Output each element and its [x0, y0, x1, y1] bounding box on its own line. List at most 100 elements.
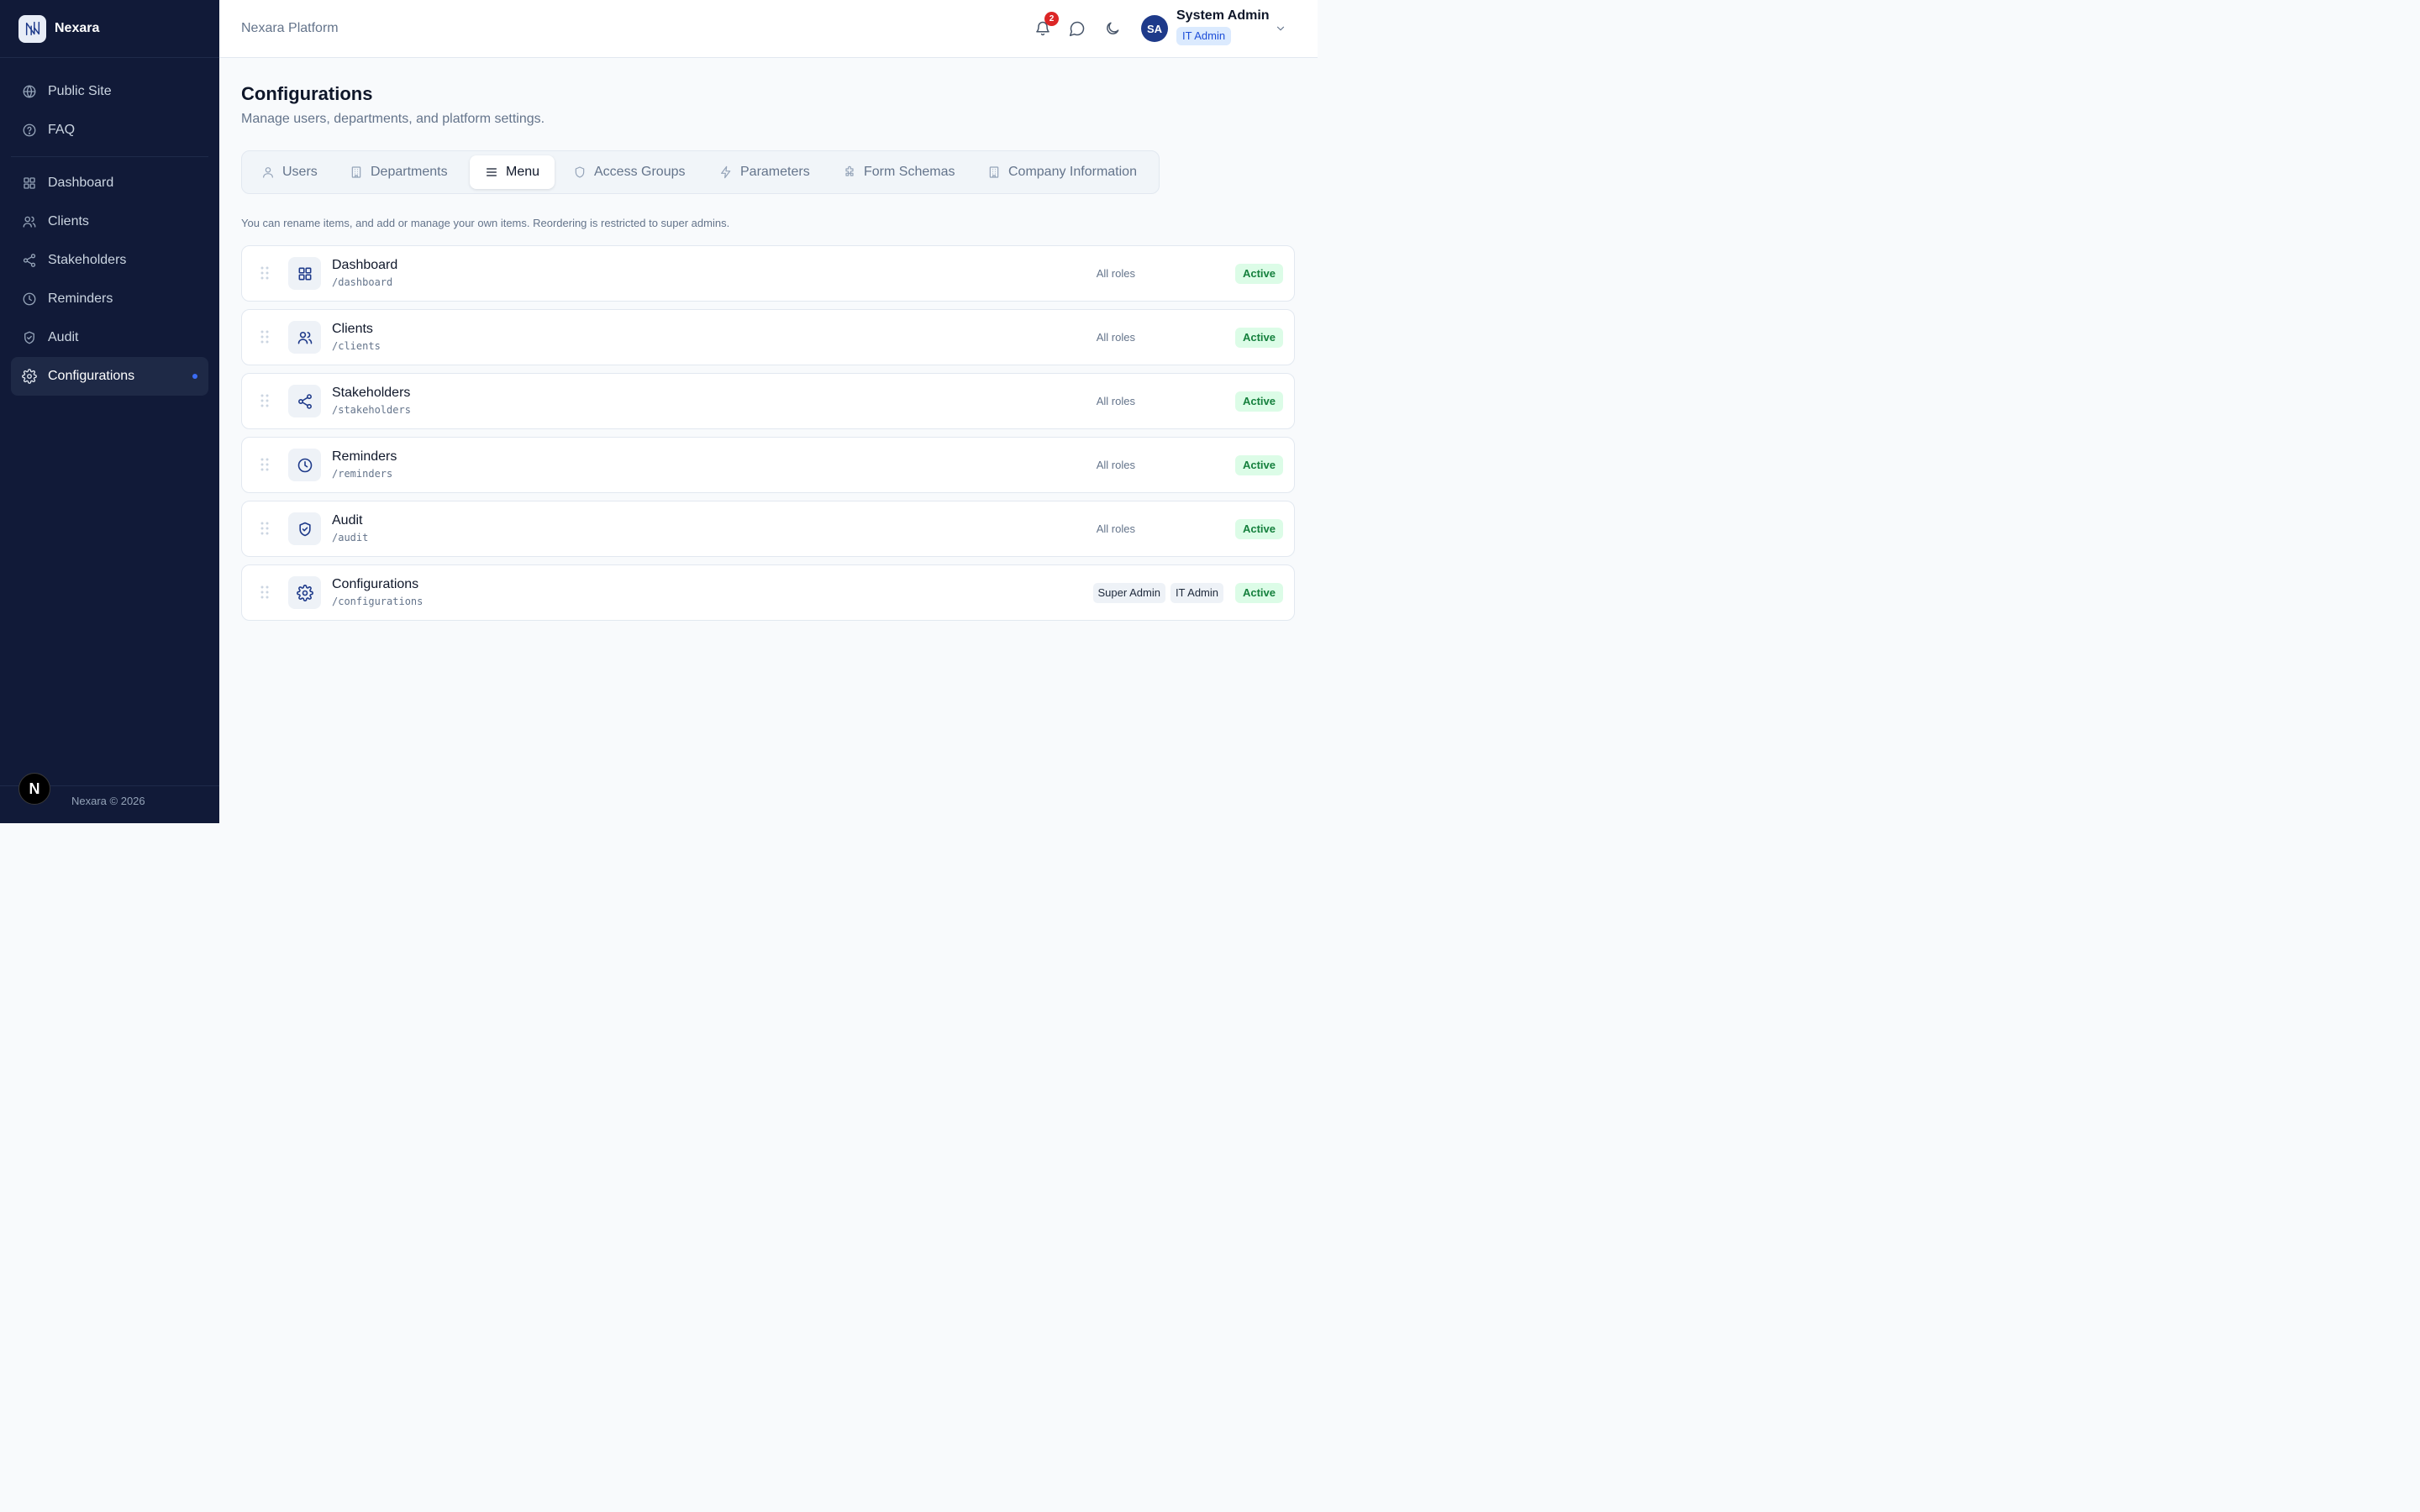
sidebar-item-label: FAQ	[48, 123, 76, 137]
menu-item-row-audit[interactable]: Audit /audit All roles Active	[241, 501, 1295, 557]
sidebar-item-label: Public Site	[48, 84, 112, 98]
tab-label: Users	[282, 165, 318, 179]
menu-item-path: /clients	[332, 340, 381, 352]
menu-icon	[485, 165, 498, 179]
sidebar-item-label: Stakeholders	[48, 253, 127, 267]
sidebar-item-faq[interactable]: FAQ	[11, 111, 208, 150]
roles-text: All roles	[1096, 522, 1135, 535]
sidebar-item-stakeholders[interactable]: Stakeholders	[11, 241, 208, 280]
drag-handle-icon[interactable]	[260, 329, 270, 344]
sidebar-item-label: Configurations	[48, 369, 135, 383]
role-chip: Super Admin	[1092, 583, 1165, 603]
menu-item-row-configurations[interactable]: Configurations /configurations Super Adm…	[241, 564, 1295, 621]
tab-label: Parameters	[740, 165, 810, 179]
sidebar-item-clients[interactable]: Clients	[11, 202, 208, 241]
active-indicator-dot	[192, 374, 197, 379]
puzzle-icon	[843, 165, 856, 179]
status-badge: Active	[1234, 391, 1283, 412]
roles-text: All roles	[1096, 459, 1135, 471]
menu-items-list: Dashboard /dashboard All roles Active Cl…	[241, 245, 1295, 628]
tab-label: Menu	[506, 165, 540, 179]
top-header: Nexara Platform 2 SA System Admin IT Adm…	[219, 0, 1318, 58]
status-badge: Active	[1234, 583, 1283, 603]
menu-item-name: Reminders	[332, 449, 397, 464]
role-chip: IT Admin	[1170, 583, 1223, 603]
menu-item-row-reminders[interactable]: Reminders /reminders All roles Active	[241, 437, 1295, 493]
config-tabs: Users Departments Menu Access Groups Par…	[241, 150, 1160, 194]
menu-item-roles: All roles	[1097, 519, 1223, 539]
menu-item-row-dashboard[interactable]: Dashboard /dashboard All roles Active	[241, 245, 1295, 302]
chat-icon[interactable]	[1069, 20, 1086, 37]
sidebar-group-public: Public Site FAQ	[11, 58, 208, 150]
drag-handle-icon[interactable]	[260, 585, 270, 600]
grid-icon	[22, 176, 37, 191]
status-badge: Active	[1234, 455, 1283, 475]
tab-parameters[interactable]: Parameters	[704, 155, 825, 189]
tab-form-schemas[interactable]: Form Schemas	[828, 155, 970, 189]
drag-handle-icon[interactable]	[260, 521, 270, 536]
chevron-down-icon[interactable]	[1275, 23, 1286, 34]
brand-logo-icon	[18, 14, 46, 43]
menu-item-row-stakeholders[interactable]: Stakeholders /stakeholders All roles Act…	[241, 373, 1295, 429]
avatar[interactable]: SA	[1141, 15, 1168, 42]
sidebar-item-reminders[interactable]: Reminders	[11, 280, 208, 318]
sidebar-item-configurations[interactable]: Configurations	[11, 357, 208, 396]
share-icon	[22, 253, 37, 268]
drag-handle-icon[interactable]	[260, 393, 270, 408]
drag-handle-icon[interactable]	[260, 265, 270, 281]
zap-icon	[719, 165, 733, 179]
building-icon	[987, 165, 1001, 179]
grid-icon	[288, 257, 321, 290]
user-icon	[261, 165, 275, 179]
help-circle-icon	[22, 123, 37, 138]
roles-text: All roles	[1096, 267, 1135, 280]
sidebar-item-audit[interactable]: Audit	[11, 318, 208, 357]
menu-hint-text: You can rename items, and add or manage …	[241, 217, 730, 229]
gear-icon	[22, 369, 37, 384]
menu-item-path: /reminders	[332, 468, 393, 480]
menu-item-name: Clients	[332, 322, 373, 336]
tab-access-groups[interactable]: Access Groups	[558, 155, 700, 189]
sidebar-nav: Public Site FAQ Dashboard Clients Stakeh…	[0, 58, 219, 396]
shield-icon	[573, 165, 587, 179]
footer-copyright: Nexara © 2026	[71, 795, 145, 807]
shield-check-icon	[22, 330, 37, 345]
tab-label: Form Schemas	[864, 165, 955, 179]
header-title: Nexara Platform	[241, 21, 339, 35]
sidebar-item-public-site[interactable]: Public Site	[11, 72, 208, 111]
building-icon	[350, 165, 363, 179]
menu-item-name: Stakeholders	[332, 386, 411, 400]
clock-icon	[22, 291, 37, 307]
sidebar-item-label: Audit	[48, 330, 79, 344]
share-icon	[288, 385, 321, 417]
tab-menu[interactable]: Menu	[470, 155, 555, 189]
roles-text: All roles	[1096, 395, 1135, 407]
user-name: System Admin	[1176, 8, 1270, 23]
users-icon	[22, 214, 37, 229]
page-subtitle: Manage users, departments, and platform …	[241, 112, 545, 126]
sidebar-item-dashboard[interactable]: Dashboard	[11, 164, 208, 202]
menu-item-name: Dashboard	[332, 258, 398, 272]
tab-label: Company Information	[1008, 165, 1137, 179]
menu-item-row-clients[interactable]: Clients /clients All roles Active	[241, 309, 1295, 365]
menu-item-roles: All roles	[1097, 455, 1223, 475]
tab-users[interactable]: Users	[246, 155, 333, 189]
clock-icon	[288, 449, 321, 481]
status-badge: Active	[1234, 519, 1283, 539]
moon-icon[interactable]	[1104, 20, 1121, 37]
tab-label: Departments	[371, 165, 448, 179]
sidebar-item-label: Dashboard	[48, 176, 114, 190]
sidebar: Nexara Public Site FAQ Dashboard Clients	[0, 0, 219, 823]
menu-item-name: Configurations	[332, 577, 419, 591]
menu-item-roles: All roles	[1097, 264, 1223, 284]
drag-handle-icon[interactable]	[260, 457, 270, 472]
tab-company-information[interactable]: Company Information	[972, 155, 1152, 189]
menu-item-path: /dashboard	[332, 276, 393, 288]
n-badge-button[interactable]: N	[18, 773, 50, 805]
sidebar-group-main: Dashboard Clients Stakeholders Reminders…	[11, 156, 208, 396]
page-title: Configurations	[241, 83, 373, 104]
tab-departments[interactable]: Departments	[334, 155, 463, 189]
users-icon	[288, 321, 321, 354]
sidebar-item-label: Clients	[48, 214, 89, 228]
brand[interactable]: Nexara	[0, 0, 219, 58]
